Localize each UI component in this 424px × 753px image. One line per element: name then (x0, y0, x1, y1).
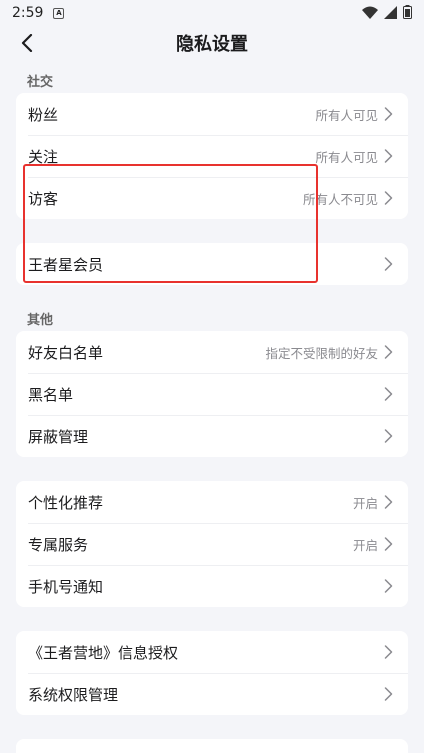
row-value: 所有人不可见 (302, 191, 378, 207)
chevron-right-icon (384, 107, 394, 121)
row-fans[interactable]: 粉丝 所有人可见 (16, 93, 408, 135)
row-label: 系统权限管理 (28, 685, 119, 704)
section-label-other: 其他 (27, 313, 54, 328)
chevron-right-icon (384, 149, 394, 163)
other-card: 好友白名单 指定不受限制的好友 黑名单 屏蔽管理 (16, 331, 408, 457)
battery-icon (403, 5, 412, 19)
wifi-icon (362, 6, 378, 19)
chevron-right-icon (384, 387, 394, 401)
status-bar: 2:59 A (0, 0, 424, 26)
chevron-right-icon (384, 191, 394, 205)
row-system-permissions[interactable]: 系统权限管理 (16, 673, 408, 715)
chevron-right-icon (384, 429, 394, 443)
chevron-right-icon (384, 687, 394, 701)
auth-card: 《王者营地》信息授权 系统权限管理 (16, 631, 408, 715)
chevron-right-icon (384, 345, 394, 359)
row-friend-whitelist[interactable]: 好友白名单 指定不受限制的好友 (16, 331, 408, 373)
row-vip[interactable]: 王者星会员 (16, 243, 408, 285)
row-exclusive-service[interactable]: 专属服务 开启 (16, 523, 408, 565)
row-label: 王者星会员 (28, 255, 104, 274)
social-card: 粉丝 所有人可见 关注 所有人可见 访客 所有人不可见 (16, 93, 408, 219)
row-label: 粉丝 (28, 105, 59, 124)
row-value: 开启 (352, 495, 378, 511)
chevron-right-icon (384, 257, 394, 271)
row-label: 个性化推荐 (28, 493, 104, 512)
row-following[interactable]: 关注 所有人可见 (16, 135, 408, 177)
row-phone-notification[interactable]: 手机号通知 (16, 565, 408, 607)
row-label: 《王者营地》信息授权 (28, 643, 179, 662)
row-info-authorization[interactable]: 《王者营地》信息授权 (16, 631, 408, 673)
row-value: 所有人可见 (315, 149, 378, 165)
signal-icon (384, 5, 397, 19)
back-arrow-icon (21, 34, 33, 52)
row-value: 开启 (352, 537, 378, 553)
row-value: 指定不受限制的好友 (265, 345, 378, 361)
vip-card: 王者星会员 (16, 243, 408, 285)
row-visitors[interactable]: 访客 所有人不可见 (16, 177, 408, 219)
row-label: 黑名单 (28, 385, 74, 404)
row-block-management[interactable]: 屏蔽管理 (16, 415, 408, 457)
row-label: 访客 (28, 189, 59, 208)
row-label: 屏蔽管理 (28, 427, 89, 446)
notification-icon: A (53, 7, 65, 19)
row-label: 专属服务 (28, 535, 89, 554)
row-value: 所有人可见 (315, 107, 378, 123)
chevron-right-icon (384, 579, 394, 593)
status-time: 2:59 (12, 5, 44, 21)
section-label-social: 社交 (27, 75, 54, 90)
back-button[interactable] (14, 30, 40, 56)
chevron-right-icon (384, 495, 394, 509)
row-label: 好友白名单 (28, 343, 104, 362)
chevron-right-icon (384, 537, 394, 551)
chevron-right-icon (384, 645, 394, 659)
nav-bar: 隐私设置 (0, 26, 424, 60)
status-icons (362, 5, 412, 19)
row-label: 关注 (28, 147, 59, 166)
row-label: 手机号通知 (28, 577, 104, 596)
row-blacklist[interactable]: 黑名单 (16, 373, 408, 415)
row-personalized-recommend[interactable]: 个性化推荐 开启 (16, 481, 408, 523)
page-title: 隐私设置 (176, 34, 248, 55)
bottom-card-partial (16, 739, 408, 753)
personal-card: 个性化推荐 开启 专属服务 开启 手机号通知 (16, 481, 408, 607)
